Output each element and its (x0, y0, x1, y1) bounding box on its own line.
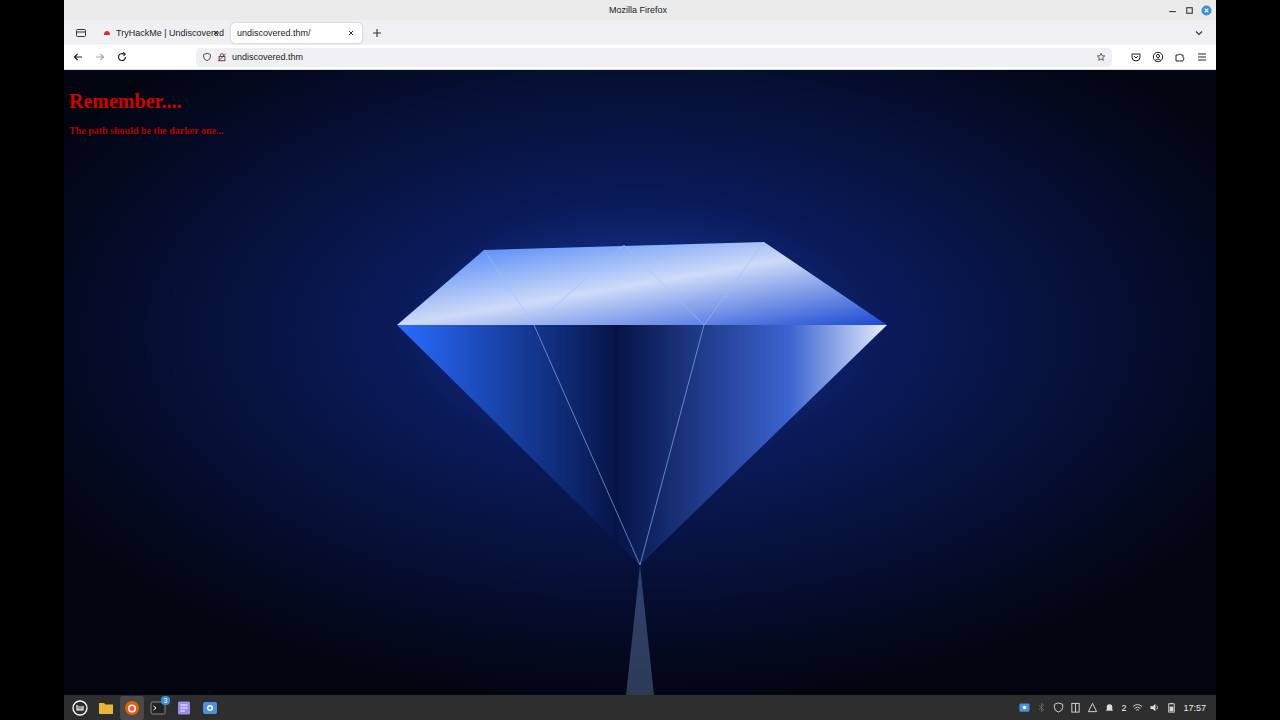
address-bar[interactable]: undiscovered.thm (196, 48, 1112, 67)
tab-bar: TryHackMe | Undiscovered undiscovered.thm… (64, 20, 1216, 45)
minimize-icon[interactable] (1167, 5, 1178, 16)
page-subtext: The path should be the darker one... (69, 125, 1211, 136)
desktop: Mozilla Firefox TryHackMe | Undiscovered u… (64, 0, 1216, 720)
launcher[interactable]: 3 (146, 696, 170, 720)
launcher[interactable] (172, 696, 196, 720)
shield-icon[interactable] (202, 52, 212, 62)
title-bar: Mozilla Firefox (64, 0, 1216, 20)
tryhackme-favicon-icon (102, 28, 112, 38)
extensions-icon[interactable] (1174, 51, 1186, 63)
bluetooth-icon[interactable] (1036, 702, 1047, 713)
clock[interactable]: 17:57 (1183, 703, 1206, 713)
shield-tray-icon[interactable] (1053, 702, 1064, 713)
folder-icon (98, 700, 114, 716)
tab[interactable]: undiscovered.thm/ (231, 23, 362, 43)
back-icon[interactable] (72, 51, 84, 63)
tab-list-icon[interactable] (75, 27, 87, 39)
url-text: undiscovered.thm (232, 52, 303, 62)
pocket-icon[interactable] (1130, 51, 1142, 63)
taskbar: 3 2 17:57 (64, 695, 1216, 720)
launcher[interactable] (120, 696, 144, 720)
tab[interactable]: TryHackMe | Undiscovered (96, 23, 227, 43)
maximize-icon[interactable] (1184, 5, 1195, 16)
window-count-badge: 3 (161, 696, 170, 705)
page-heading: Remember.... (69, 90, 1211, 113)
diamond-picture (64, 70, 1216, 695)
reload-icon[interactable] (116, 51, 128, 63)
notifications-icon[interactable] (1104, 702, 1115, 713)
screen: Mozilla Firefox TryHackMe | Undiscovered u… (0, 0, 1280, 720)
tab-label: TryHackMe | Undiscovered (116, 28, 207, 38)
workspace-number[interactable]: 2 (1121, 703, 1126, 713)
firefox-icon (124, 700, 140, 716)
launcher[interactable] (94, 696, 118, 720)
system-tray: 2 17:57 (1019, 702, 1212, 713)
close-tab-icon[interactable] (211, 28, 221, 38)
menu-button[interactable] (68, 696, 92, 720)
clipboard-icon[interactable] (1070, 702, 1081, 713)
camera-tray-icon[interactable] (1019, 702, 1030, 713)
battery-icon[interactable] (1166, 702, 1177, 713)
chevron-down-icon[interactable] (1193, 27, 1205, 39)
nav-bar: undiscovered.thm (64, 45, 1216, 70)
wifi-icon[interactable] (1132, 702, 1143, 713)
tab-label: undiscovered.thm/ (237, 28, 342, 38)
account-icon[interactable] (1152, 51, 1164, 63)
text-editor-icon (176, 700, 192, 716)
page-content: Remember.... The path should be the darke… (64, 70, 1216, 695)
new-tab-icon[interactable] (371, 27, 383, 39)
menu-icon[interactable] (1196, 51, 1208, 63)
close-icon[interactable] (1201, 5, 1212, 16)
close-tab-icon[interactable] (346, 28, 356, 38)
bookmark-star-icon[interactable] (1096, 52, 1106, 62)
volume-icon[interactable] (1149, 702, 1160, 713)
window-title: Mozilla Firefox (144, 5, 1132, 15)
forward-icon[interactable] (94, 51, 106, 63)
mint-logo-icon (72, 700, 88, 716)
screenshot-icon (202, 700, 218, 716)
update-icon[interactable] (1087, 702, 1098, 713)
insecure-lock-icon[interactable] (217, 52, 227, 62)
launcher[interactable] (198, 696, 222, 720)
